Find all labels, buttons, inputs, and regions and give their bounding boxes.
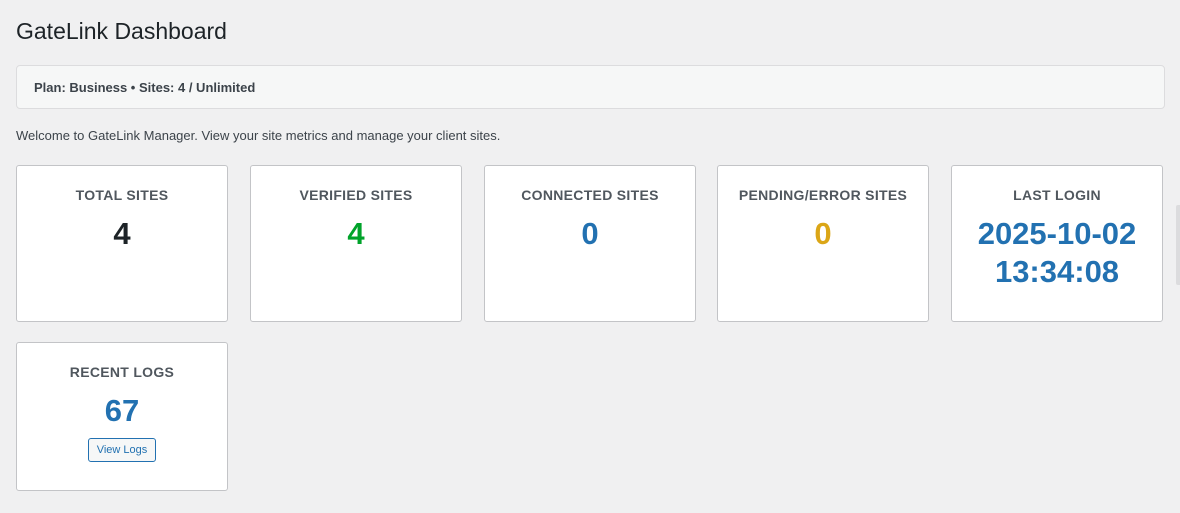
card-title: VERIFIED SITES xyxy=(299,187,413,203)
view-logs-button[interactable]: View Logs xyxy=(87,438,157,462)
card-title: PENDING/ERROR SITES xyxy=(738,187,908,203)
card-title: TOTAL SITES xyxy=(75,187,169,203)
page-title: GateLink Dashboard xyxy=(16,18,227,44)
plan-notice: Plan: Business • Sites: 4 / Unlimited xyxy=(16,65,1165,109)
card-value: 0 xyxy=(814,216,832,251)
card-value: 4 xyxy=(347,216,365,251)
card-value: 0 xyxy=(581,216,599,251)
card-verified-sites: VERIFIED SITES 4 xyxy=(250,165,462,322)
welcome-text: Welcome to GateLink Manager. View your s… xyxy=(16,128,501,143)
card-value: 4 xyxy=(113,216,131,251)
card-last-login: LAST LOGIN 2025-10-02 13:34:08 xyxy=(951,165,1163,322)
last-login-time: 13:34:08 xyxy=(994,254,1120,289)
card-title: CONNECTED SITES xyxy=(521,187,659,203)
card-value: 67 xyxy=(104,393,140,428)
card-pending-error-sites: PENDING/ERROR SITES 0 xyxy=(717,165,929,322)
card-title: LAST LOGIN xyxy=(1013,187,1101,203)
card-total-sites: TOTAL SITES 4 xyxy=(16,165,228,322)
last-login-date: 2025-10-02 xyxy=(977,216,1137,251)
card-recent-logs: RECENT LOGS 67 View Logs xyxy=(16,342,228,491)
card-connected-sites: CONNECTED SITES 0 xyxy=(484,165,696,322)
scrollbar[interactable] xyxy=(1176,205,1180,285)
plan-info: Plan: Business • Sites: 4 / Unlimited xyxy=(34,80,256,95)
card-title: RECENT LOGS xyxy=(69,364,175,380)
